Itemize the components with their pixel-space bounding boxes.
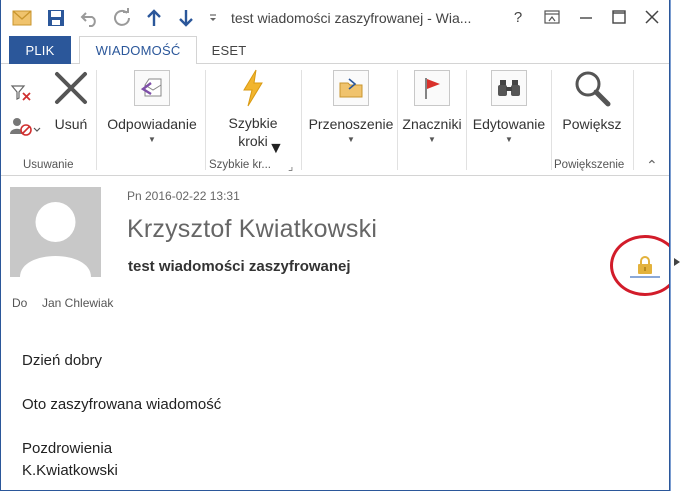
- group-label-delete: Usuwanie: [23, 159, 74, 171]
- window-title: test wiadomości zaszyfrowanej - Wia...: [231, 10, 472, 26]
- ribbon-separator: [301, 70, 302, 170]
- respond-button[interactable]: Odpowiadanie ▼: [101, 68, 203, 146]
- quick-steps-button[interactable]: Szybkie kroki: [213, 68, 293, 150]
- magnifier-icon: [572, 68, 612, 108]
- tags-label: Znaczniki: [402, 116, 462, 132]
- ribbon-separator: [96, 70, 97, 170]
- chevron-down-icon: ▼: [347, 135, 355, 144]
- chevron-down-icon: ▼: [505, 135, 513, 144]
- recipient-name[interactable]: Jan Chlewiak: [42, 296, 113, 310]
- tab-message[interactable]: WIADOMOŚĆ: [79, 36, 197, 65]
- lightning-icon: [233, 68, 273, 108]
- group-label-quick-steps: Szybkie kr...: [209, 159, 271, 171]
- close-button[interactable]: [637, 4, 667, 30]
- save-icon[interactable]: [43, 6, 69, 30]
- mail-icon: [9, 6, 35, 30]
- zoom-button[interactable]: Powiększ: [554, 68, 630, 134]
- tags-button[interactable]: Znaczniki ▼: [398, 68, 466, 146]
- ribbon-tabs: PLIK WIADOMOŚĆ ESET: [1, 36, 669, 65]
- dialog-launcher-icon[interactable]: ⌟: [288, 159, 293, 173]
- body-line: K.Kwiatkowski: [22, 462, 118, 479]
- group-label-zoom: Powiększenie: [554, 159, 625, 171]
- junk-icon[interactable]: [7, 115, 43, 137]
- tab-file[interactable]: PLIK: [9, 36, 71, 64]
- ignore-conversation-icon[interactable]: [9, 82, 33, 104]
- message-subject: test wiadomości zaszyfrowanej: [128, 258, 351, 275]
- edge-line: [670, 0, 671, 491]
- arrow-up-icon[interactable]: [141, 6, 167, 30]
- ribbon-separator: [633, 70, 634, 170]
- maximize-button[interactable]: [604, 4, 634, 30]
- ribbon: Usuń Usuwanie Odpowiadanie ▼ Szybkie kro…: [1, 64, 669, 176]
- respond-label: Odpowiadanie: [107, 116, 197, 132]
- delete-button[interactable]: Usuń: [49, 68, 93, 134]
- quick-steps-label-1: Szybkie: [228, 115, 278, 131]
- sender-name[interactable]: Krzysztof Kwiatkowski: [127, 215, 377, 244]
- collapse-ribbon-icon[interactable]: ⌃: [646, 157, 658, 174]
- highlight-circle: [610, 235, 669, 296]
- undo-icon[interactable]: [77, 6, 103, 30]
- quick-steps-label-2: kroki: [238, 133, 268, 149]
- zoom-label: Powiększ: [562, 116, 622, 132]
- recipient-label: Do: [12, 296, 28, 310]
- chevron-down-icon: ▼: [268, 140, 284, 157]
- editing-button[interactable]: Edytowanie ▼: [467, 68, 551, 146]
- move-button[interactable]: Przenoszenie ▼: [303, 68, 399, 146]
- chevron-down-icon: ▼: [428, 135, 436, 144]
- avatar: [10, 187, 101, 277]
- title-bar: test wiadomości zaszyfrowanej - Wia... ?: [1, 0, 669, 36]
- editing-label: Edytowanie: [472, 116, 546, 132]
- chevron-down-icon: ▼: [148, 135, 156, 144]
- customize-qat-icon[interactable]: [204, 6, 222, 30]
- ribbon-separator: [551, 70, 552, 170]
- ribbon-separator: [205, 70, 206, 170]
- move-folder-icon: [331, 68, 371, 108]
- body-line: Pozdrowienia: [22, 440, 113, 457]
- help-button[interactable]: ?: [503, 4, 533, 30]
- flag-icon: [412, 68, 452, 108]
- body-line: Oto zaszyfrowana wiadomość: [22, 396, 222, 413]
- message-window: test wiadomości zaszyfrowanej - Wia... ?…: [0, 0, 670, 491]
- sent-date: Pn 2016-02-22 13:31: [127, 189, 240, 203]
- minimize-button[interactable]: [571, 4, 601, 30]
- move-label: Przenoszenie: [308, 116, 394, 132]
- redo-icon[interactable]: [109, 6, 135, 30]
- delete-label: Usuń: [54, 116, 88, 132]
- ribbon-display-options-button[interactable]: [537, 4, 567, 30]
- delete-icon: [51, 68, 91, 108]
- body-line: Dzień dobry: [22, 352, 103, 369]
- binoculars-icon: [489, 68, 529, 108]
- reply-icon: [132, 68, 172, 108]
- pane-splitter-arrow[interactable]: [674, 258, 680, 266]
- tab-eset[interactable]: ESET: [201, 36, 257, 64]
- window-edge: [670, 0, 682, 491]
- arrow-down-icon[interactable]: [173, 6, 199, 30]
